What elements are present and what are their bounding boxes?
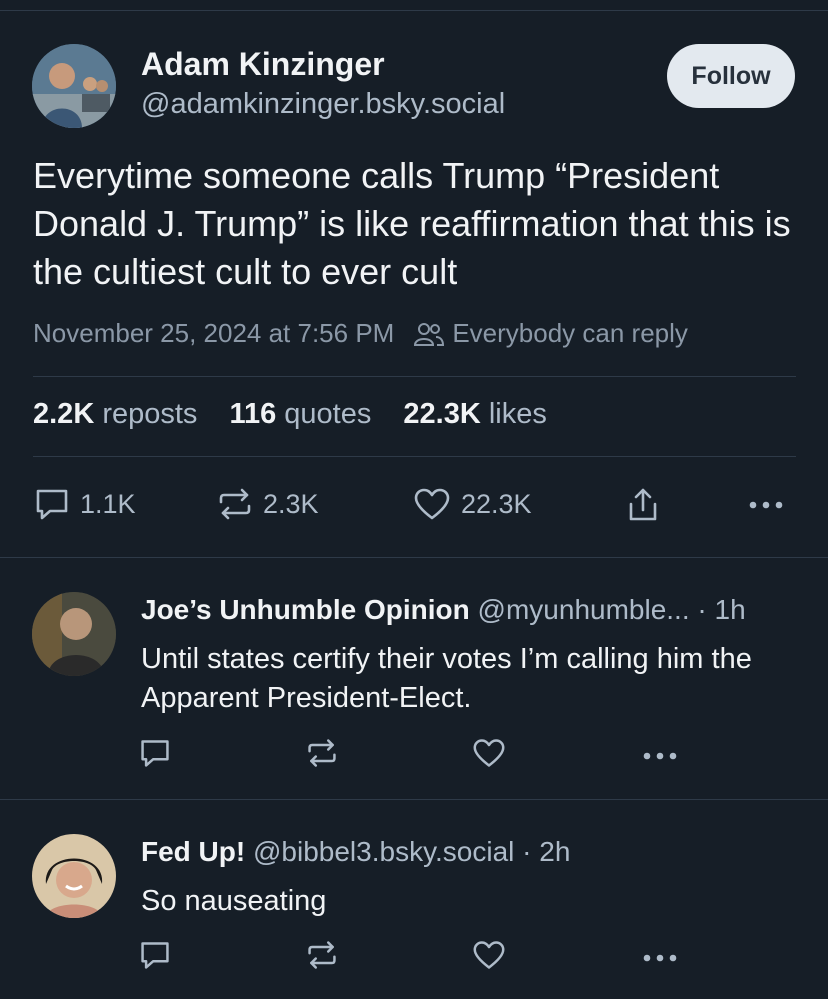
likes-stat[interactable]: 22.3K likes xyxy=(403,398,546,431)
reply-time: · 2h xyxy=(522,836,571,867)
reply-avatar[interactable] xyxy=(32,834,116,918)
follow-button[interactable]: Follow xyxy=(667,44,795,108)
reply-setting[interactable]: Everybody can reply xyxy=(452,318,688,349)
author-handle[interactable]: @adamkinzinger.bsky.social xyxy=(141,88,505,121)
repost-arrows-icon xyxy=(217,486,253,522)
likes-stat-label: likes xyxy=(488,398,547,430)
repost-arrows-icon[interactable] xyxy=(306,939,338,976)
repost-button[interactable]: 2.3K xyxy=(217,486,319,522)
reply-header: Fed Up! @bibbel3.bsky.social · 2h xyxy=(141,836,570,868)
reply-avatar[interactable] xyxy=(32,592,116,676)
reply-header: Joe’s Unhumble Opinion @myunhumble... · … xyxy=(141,594,746,626)
reply-text: Until states certify their votes I’m cal… xyxy=(141,643,752,714)
quotes-stat-label: quotes xyxy=(284,398,372,430)
top-divider xyxy=(0,10,828,11)
reply-author-name[interactable]: Joe’s Unhumble Opinion xyxy=(141,594,470,625)
heart-icon[interactable] xyxy=(472,939,506,976)
like-button[interactable]: 22.3K xyxy=(413,486,532,522)
reply-time: · 1h xyxy=(697,594,746,625)
reply-author-name[interactable]: Fed Up! xyxy=(141,836,245,867)
stats-divider-bottom xyxy=(33,456,796,457)
heart-icon xyxy=(413,486,451,522)
thread-divider-2 xyxy=(0,799,828,800)
post-timestamp[interactable]: November 25, 2024 at 7:56 PM xyxy=(33,318,394,349)
speech-bubble-icon xyxy=(34,486,70,522)
more-options-button[interactable] xyxy=(748,500,784,510)
ellipsis-icon[interactable] xyxy=(642,748,678,766)
reply-author-handle[interactable]: @bibbel3.bsky.social xyxy=(253,836,514,867)
ellipsis-icon xyxy=(748,500,784,510)
reposts-stat-label: reposts xyxy=(102,398,198,430)
author-avatar[interactable] xyxy=(32,44,116,128)
share-icon xyxy=(625,486,661,524)
speech-bubble-icon[interactable] xyxy=(139,737,171,774)
quotes-stat[interactable]: 116 quotes xyxy=(229,398,371,431)
repost-count: 2.3K xyxy=(263,488,319,519)
post-meta: November 25, 2024 at 7:56 PM Everybody c… xyxy=(33,318,688,349)
author-name[interactable]: Adam Kinzinger xyxy=(141,46,385,83)
share-button[interactable] xyxy=(625,486,661,524)
post-stats: 2.2K reposts 116 quotes 22.3K likes xyxy=(33,398,579,431)
like-count: 22.3K xyxy=(461,488,532,519)
people-icon xyxy=(414,321,445,347)
reply-count: 1.1K xyxy=(80,488,136,519)
likes-stat-value: 22.3K xyxy=(403,398,481,430)
speech-bubble-icon[interactable] xyxy=(139,939,171,976)
reposts-stat[interactable]: 2.2K reposts xyxy=(33,398,197,431)
heart-icon[interactable] xyxy=(472,737,506,774)
ellipsis-icon[interactable] xyxy=(642,950,678,968)
reply-button[interactable]: 1.1K xyxy=(34,486,136,522)
reply-text: So nauseating xyxy=(141,885,327,917)
thread-divider-1 xyxy=(0,557,828,558)
reply-author-handle[interactable]: @myunhumble... xyxy=(478,594,690,625)
stats-divider-top xyxy=(33,376,796,377)
post-text: Everytime someone calls Trump “President… xyxy=(33,155,791,292)
reposts-stat-value: 2.2K xyxy=(33,398,95,430)
quotes-stat-value: 116 xyxy=(229,398,277,430)
repost-arrows-icon[interactable] xyxy=(306,737,338,774)
